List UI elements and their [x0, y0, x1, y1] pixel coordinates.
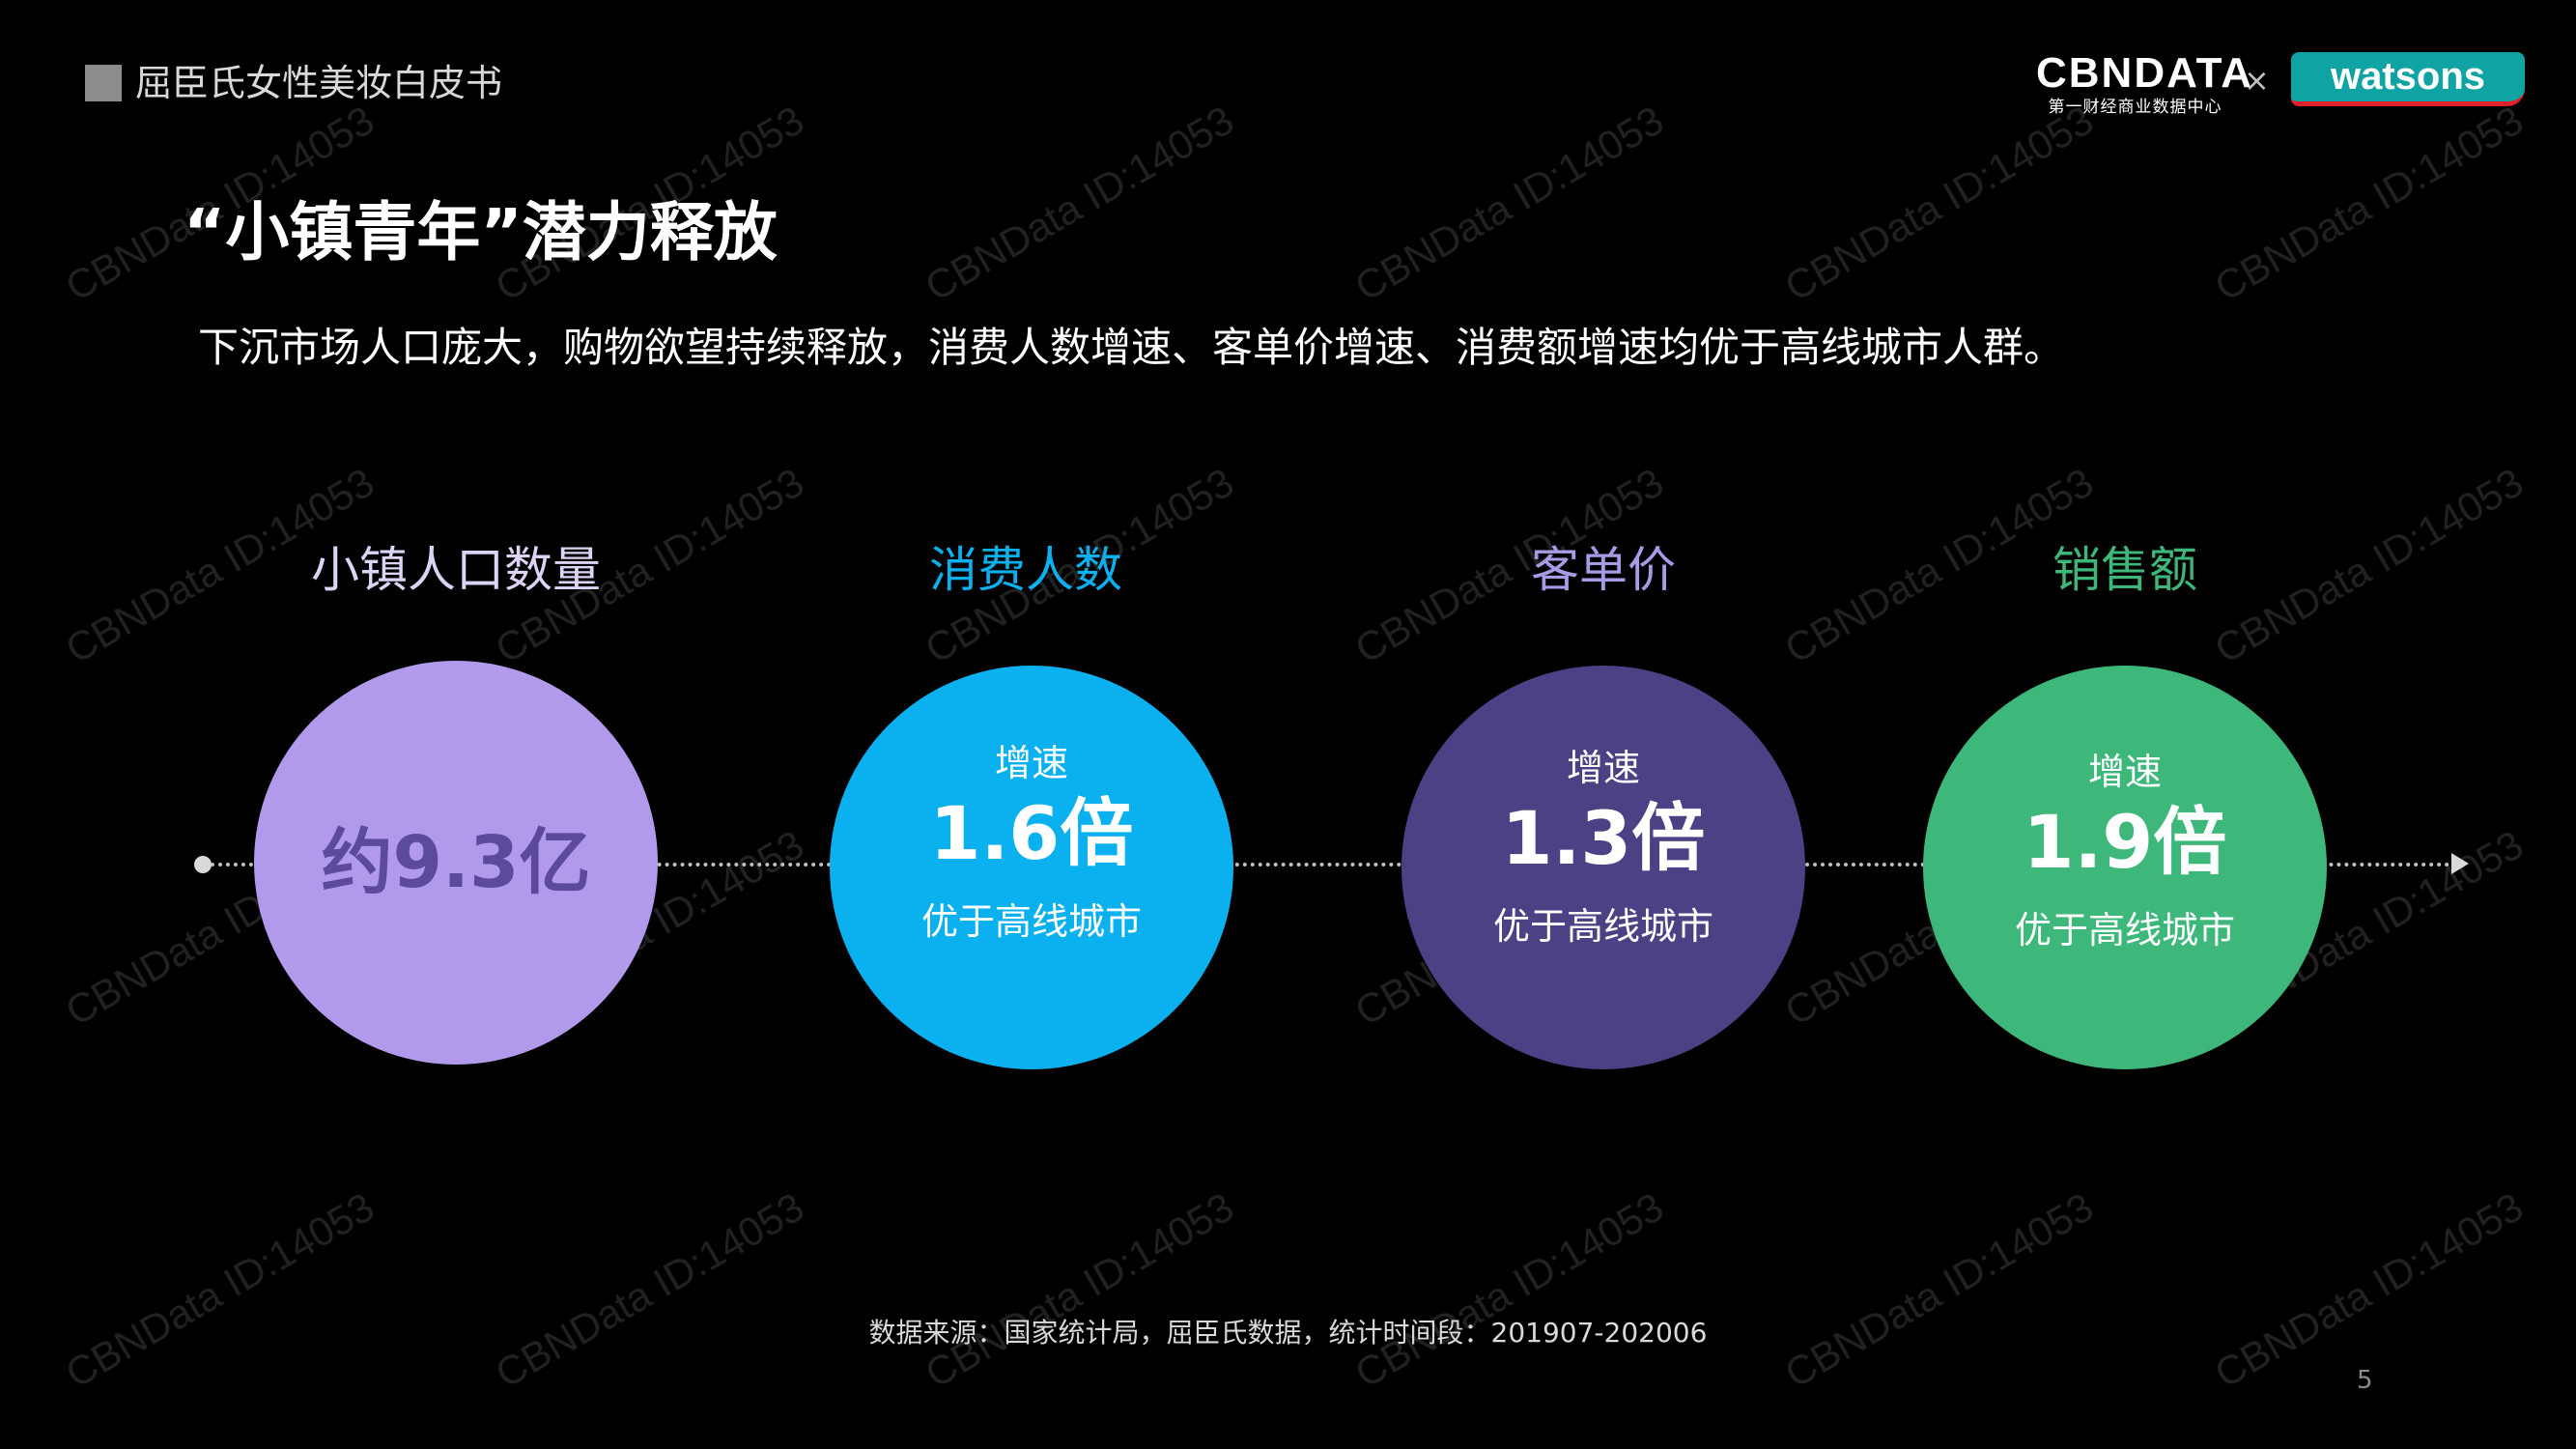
watermark-text: CBNData ID:14053	[2207, 97, 2531, 310]
metric-value-sales: 1.9倍	[2023, 799, 2227, 885]
cbndata-logo-name: CBNDATA	[2036, 49, 2253, 97]
watermark-text: CBNData ID:14053	[1347, 1183, 1671, 1397]
slide-subtitle: 下沉市场人口庞大，购物欲望持续释放，消费人数增速、客单价增速、消费额增速均优于高…	[198, 324, 2065, 371]
watsons-logo: watsons	[2291, 52, 2525, 106]
metric-label-consumers: 消费人数	[929, 542, 1122, 598]
data-source-footnote: 数据来源：国家统计局，屈臣氏数据，统计时间段：201907-202006	[868, 1317, 1708, 1349]
metric-label-sales: 销售额	[2052, 542, 2197, 598]
watermark-text: CBNData ID:14053	[58, 1183, 382, 1397]
metric-comparison-text: 优于高线城市	[1492, 905, 1713, 948]
watermark-text: CBNData ID:14053	[488, 1183, 811, 1397]
page-number: 5	[2357, 1366, 2373, 1395]
metric-circle-population: 约9.3亿	[254, 661, 658, 1065]
metric-circle-sales: 增速 1.9倍 优于高线城市	[1923, 666, 2327, 1069]
cbndata-logo: CBNDATA 第一财经商业数据中心	[2036, 49, 2253, 118]
brand-separator: ×	[2244, 62, 2270, 99]
timeline-arrow-icon	[2451, 853, 2469, 874]
timeline-start-dot	[194, 856, 212, 873]
metric-label-unit-price: 客单价	[1531, 542, 1676, 598]
slide-title: “小镇青年”潜力释放	[184, 195, 778, 270]
watermark-text: CBNData ID:14053	[918, 1183, 1241, 1397]
metric-label-population: 小镇人口数量	[311, 542, 601, 598]
header-square-icon	[85, 65, 122, 101]
watermark-text: CBNData ID:14053	[918, 97, 1241, 310]
metric-comparison-text: 优于高线城市	[920, 900, 1142, 943]
metric-growth-label: 增速	[2087, 751, 2162, 793]
metric-circle-unit-price: 增速 1.3倍 优于高线城市	[1401, 666, 1805, 1069]
metric-growth-label: 增速	[994, 742, 1068, 784]
report-title: 屈臣氏女性美妆白皮书	[135, 62, 503, 104]
cbndata-logo-subtitle: 第一财经商业数据中心	[2048, 98, 2222, 117]
metric-growth-label: 增速	[1566, 747, 1640, 789]
watermark-text: CBNData ID:14053	[1777, 97, 2101, 310]
metric-comparison-text: 优于高线城市	[2014, 909, 2235, 952]
metric-value-population: 约9.3亿	[321, 821, 591, 904]
watermark-text: CBNData ID:14053	[1347, 97, 1671, 310]
metric-circle-consumers: 增速 1.6倍 优于高线城市	[830, 666, 1233, 1069]
metric-value-consumers: 1.6倍	[929, 790, 1134, 876]
metric-value-unit-price: 1.3倍	[1501, 795, 1706, 881]
watermark-text: CBNData ID:14053	[1777, 1183, 2101, 1397]
